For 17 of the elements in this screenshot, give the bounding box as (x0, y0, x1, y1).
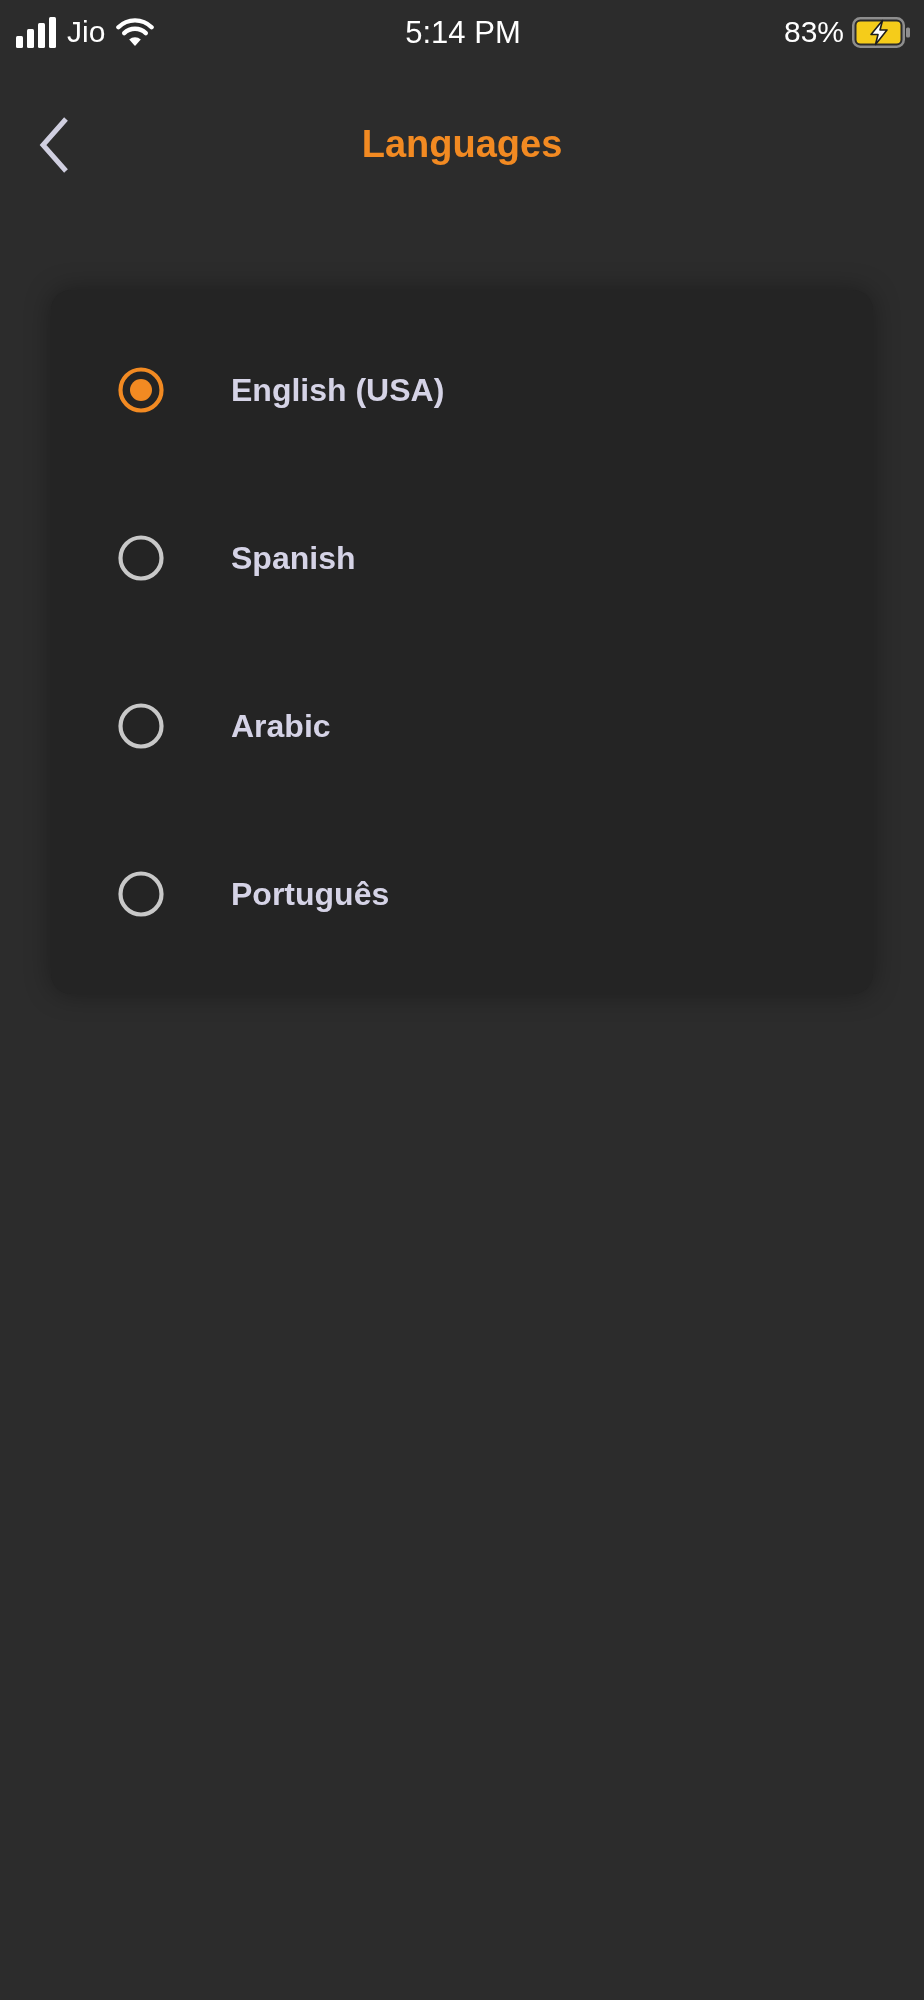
back-button[interactable] (38, 115, 70, 175)
radio-button[interactable] (118, 367, 164, 413)
wifi-icon (116, 17, 155, 47)
carrier-name: Jio (67, 17, 106, 47)
radio-button[interactable] (118, 703, 164, 749)
clock-time: 5:14 PM (405, 16, 521, 48)
battery-percentage: 83% (783, 17, 844, 47)
signal-icon (16, 16, 56, 48)
battery-charging-icon (852, 16, 910, 48)
language-label[interactable]: Arabic (231, 706, 331, 746)
radio-button[interactable] (118, 871, 164, 917)
radio-button[interactable] (118, 535, 164, 581)
language-label[interactable]: English (USA) (231, 370, 445, 410)
page-title: Languages (361, 122, 563, 168)
language-label[interactable]: Português (231, 874, 390, 914)
language-label[interactable]: Spanish (231, 538, 356, 578)
back-chevron-icon (39, 116, 69, 174)
